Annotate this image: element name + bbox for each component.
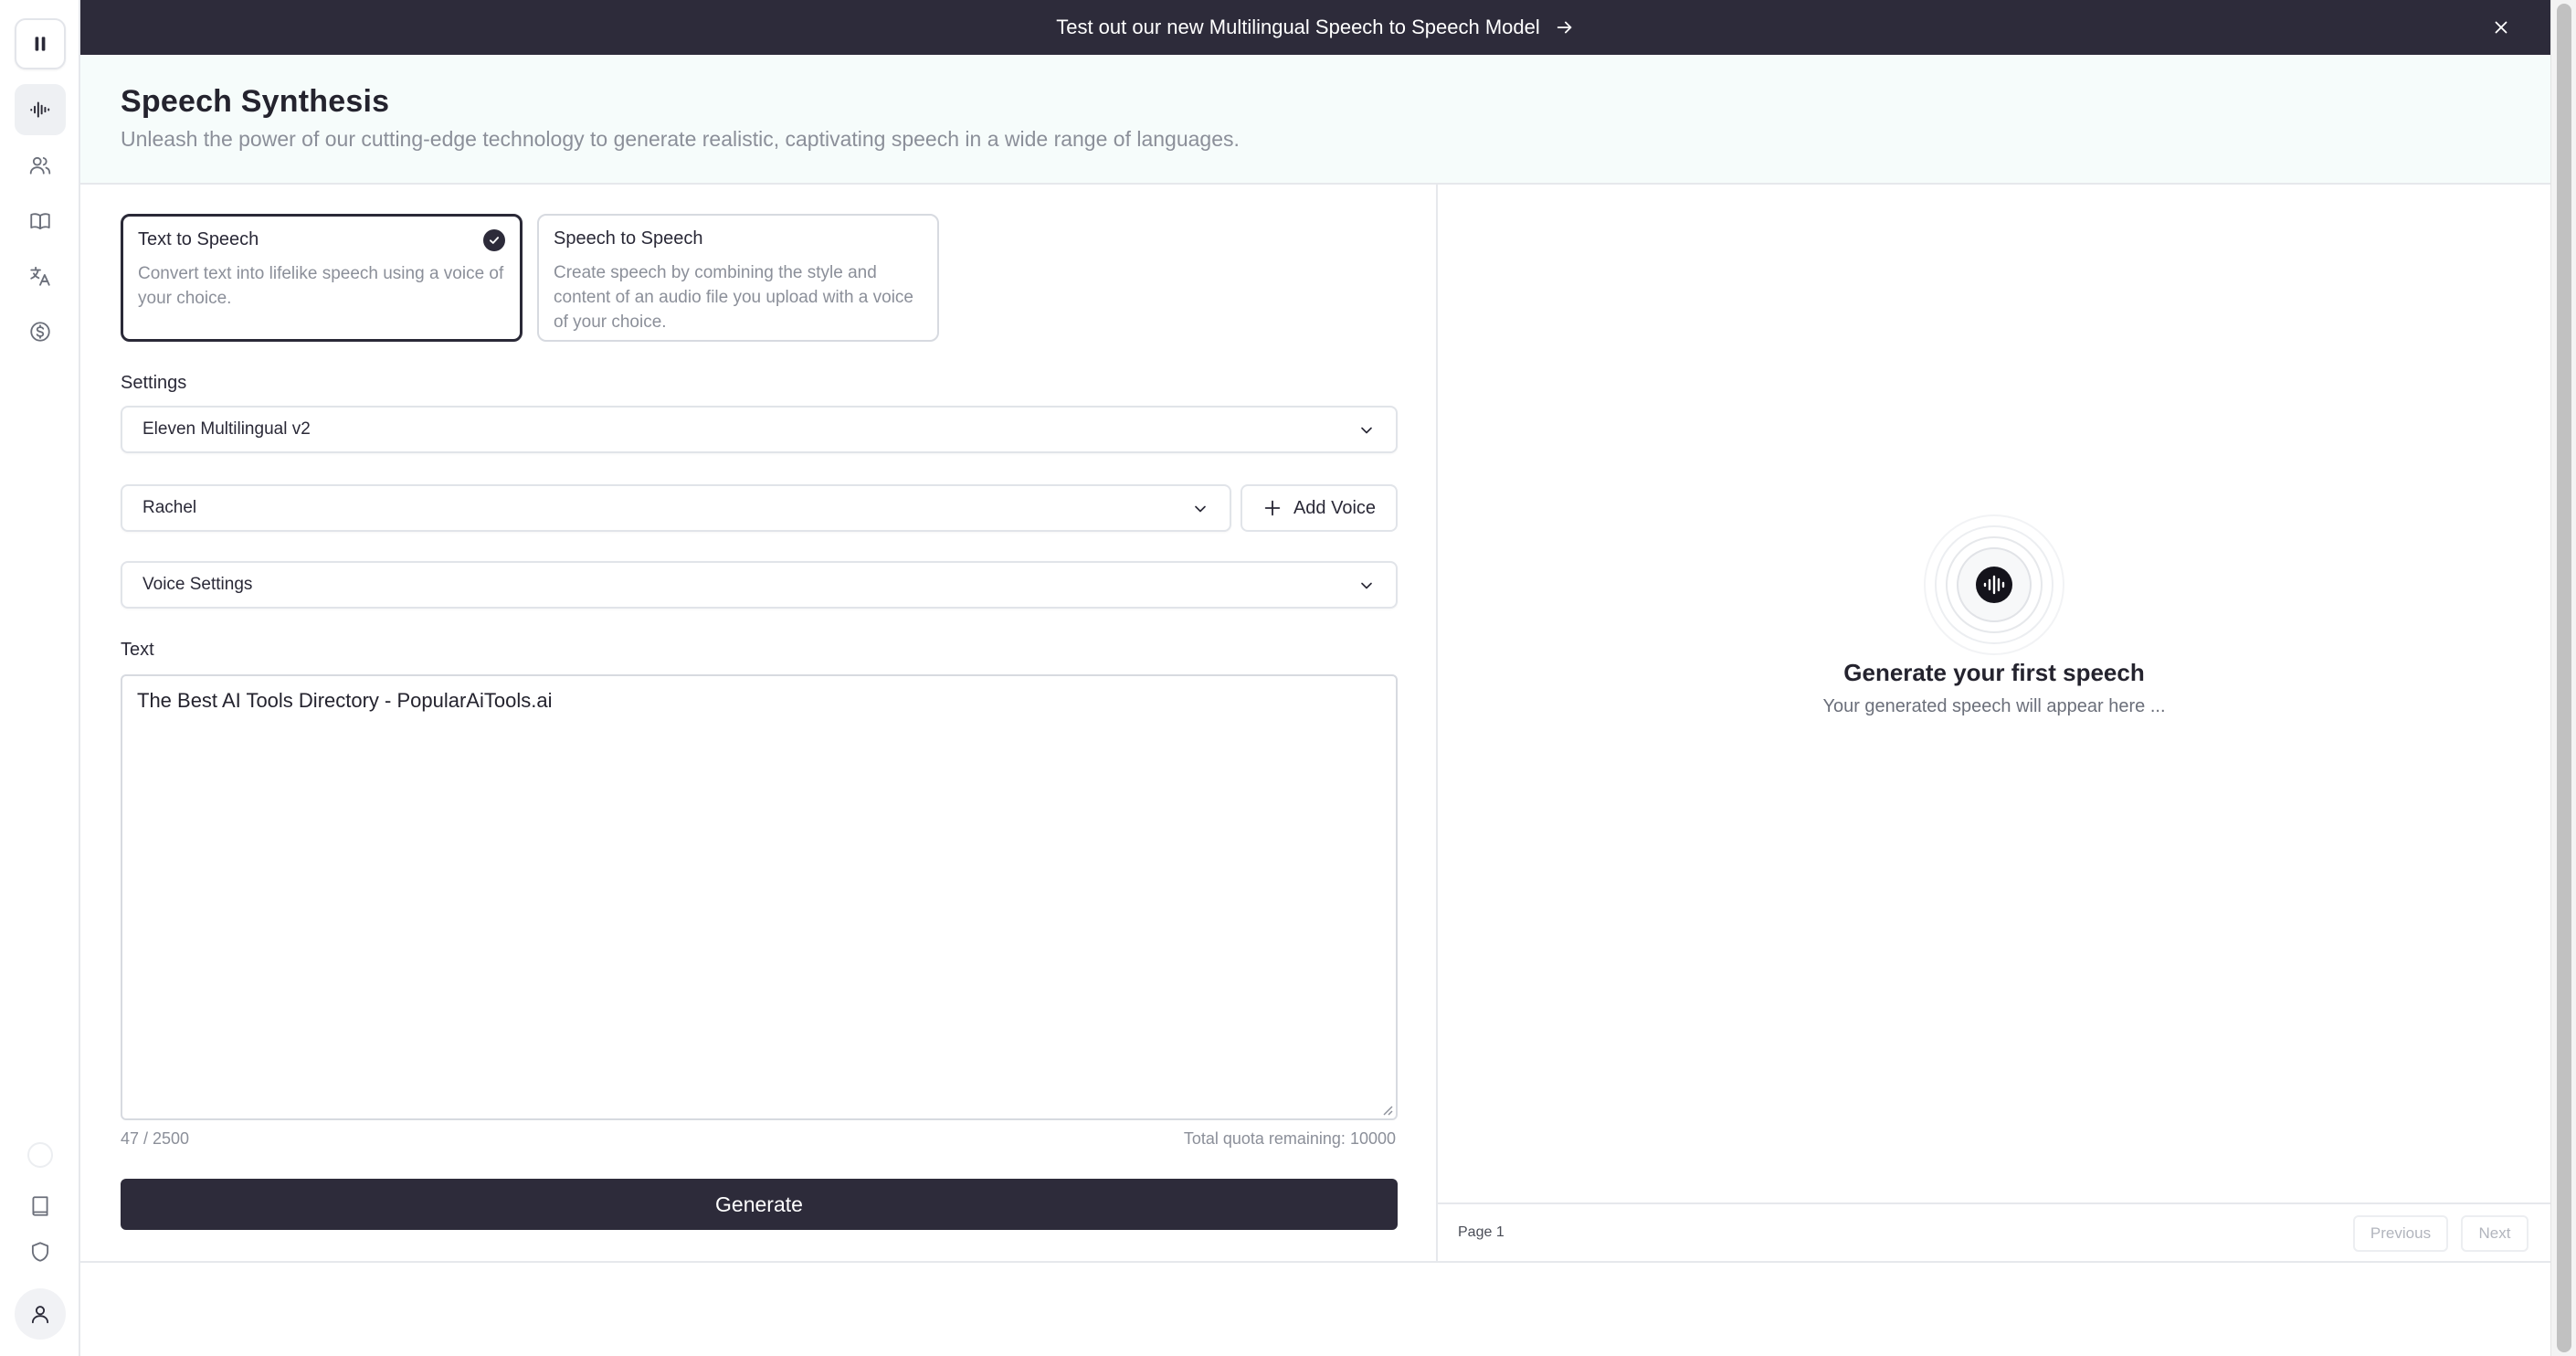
mode-description: Create speech by combining the style and… <box>554 263 913 332</box>
page-subtitle: Unleash the power of our cutting-edge te… <box>121 127 1240 151</box>
text-label: Text <box>121 640 154 660</box>
footer-area <box>80 1261 2550 1356</box>
synthesis-form: Text to Speech Convert text into lifelik… <box>80 185 1438 1261</box>
character-count: 47 / 2500 <box>121 1129 190 1148</box>
close-icon <box>2495 21 2507 34</box>
previous-button[interactable]: Previous <box>2353 1215 2448 1252</box>
waveform-badge-icon <box>1924 514 2064 655</box>
history-panel: Generate your first speech Your generate… <box>1438 185 2550 1261</box>
banner-text: Test out our new Multilingual Speech to … <box>1056 16 1540 38</box>
voice-select-value: Rachel <box>143 498 197 517</box>
mode-card-text-to-speech[interactable]: Text to Speech Convert text into lifelik… <box>121 214 523 342</box>
page-indicator: Page 1 <box>1458 1224 1504 1240</box>
voice-settings-toggle[interactable]: Voice Settings <box>121 561 1398 609</box>
banner-link[interactable]: Test out our new Multilingual Speech to … <box>1056 16 1575 39</box>
add-voice-label: Add Voice <box>1293 497 1377 518</box>
page-header: Speech Synthesis Unleash the power of ou… <box>80 55 2550 185</box>
shield-icon[interactable] <box>15 1226 66 1277</box>
chevron-down-icon <box>1361 582 1372 589</box>
status-circle <box>27 1142 53 1168</box>
quota-remaining: Total quota remaining: 10000 <box>1183 1129 1396 1148</box>
text-input[interactable]: The Best AI Tools Directory - PopularAiT… <box>121 674 1398 1120</box>
plus-icon <box>1264 500 1281 516</box>
model-select[interactable]: Eleven Multilingual v2 <box>121 406 1398 453</box>
settings-label: Settings <box>121 373 187 393</box>
mode-card-speech-to-speech[interactable]: Speech to Speech Create speech by combin… <box>537 214 939 342</box>
sidebar <box>0 0 80 1356</box>
arrow-right-icon <box>1557 21 1572 34</box>
check-circle-icon <box>483 229 505 251</box>
close-banner-button[interactable] <box>2488 15 2514 40</box>
translate-icon[interactable] <box>15 250 66 302</box>
empty-state-subtitle: Your generated speech will appear here .… <box>1822 696 2166 716</box>
mode-description: Convert text into lifelike speech using … <box>138 264 504 308</box>
user-icon[interactable] <box>15 1288 66 1340</box>
users-icon[interactable] <box>15 140 66 191</box>
announcement-banner: Test out our new Multilingual Speech to … <box>80 0 2550 55</box>
pause-icon[interactable] <box>15 18 66 69</box>
page-title: Speech Synthesis <box>121 84 390 119</box>
pagination: Page 1 Previous Next <box>1438 1202 2550 1261</box>
next-button[interactable]: Next <box>2461 1215 2528 1252</box>
model-select-value: Eleven Multilingual v2 <box>143 419 311 439</box>
text-input-value: The Best AI Tools Directory - PopularAiT… <box>137 689 553 712</box>
empty-state-title: Generate your first speech <box>1843 659 2145 686</box>
mode-title: Text to Speech <box>138 229 259 249</box>
add-voice-button[interactable]: Add Voice <box>1240 484 1398 532</box>
docs-icon[interactable] <box>15 1181 66 1232</box>
waveform-icon[interactable] <box>15 84 66 135</box>
book-open-icon[interactable] <box>15 196 66 247</box>
mode-title: Speech to Speech <box>554 228 703 249</box>
resize-handle-icon[interactable] <box>1379 1102 1394 1117</box>
voice-select[interactable]: Rachel <box>121 484 1231 532</box>
scrollbar-thumb[interactable] <box>2557 4 2571 1352</box>
chevron-down-icon <box>1361 427 1372 434</box>
voice-settings-label: Voice Settings <box>143 575 253 594</box>
dollar-circle-icon[interactable] <box>15 306 66 357</box>
chevron-down-icon <box>1195 505 1206 513</box>
generate-button[interactable]: Generate <box>121 1179 1398 1230</box>
page-scrollbar[interactable] <box>2550 0 2576 1356</box>
